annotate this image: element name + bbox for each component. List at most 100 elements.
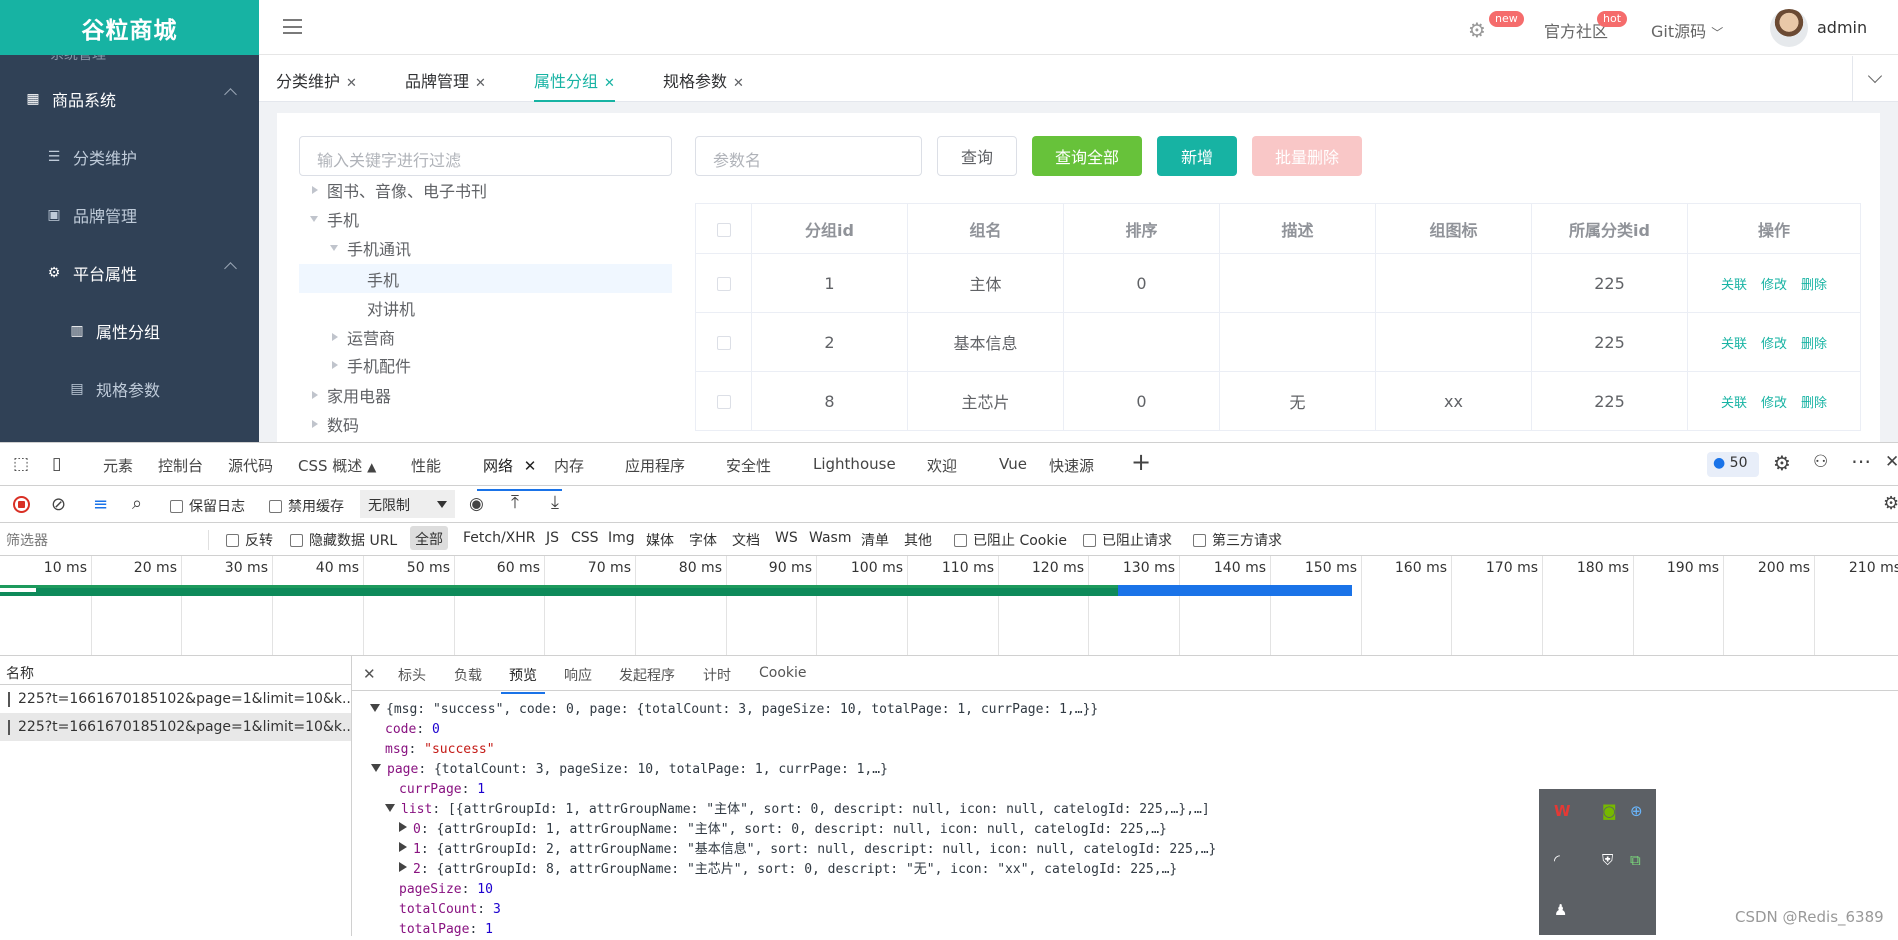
menu-item-cut[interactable]: 系统管理 [0,55,259,67]
delete-link[interactable]: 删除 [1801,396,1827,411]
wifi-icon[interactable]: ◜ [1554,851,1560,869]
query-all-button[interactable]: 查询全部 [1032,136,1142,176]
expand-down-icon[interactable] [371,764,381,772]
checkbox[interactable] [269,500,282,513]
expand-right-icon[interactable] [399,842,407,852]
preserve-log-checkbox[interactable]: 保留日志 [170,496,245,516]
expand-down-icon[interactable] [385,804,395,812]
menu-spec-param[interactable]: ▤ 规格参数 [0,360,259,418]
batch-delete-button[interactable]: 批量删除 [1252,136,1362,176]
checkbox[interactable] [716,277,731,291]
record-stop-icon[interactable] [13,496,30,513]
inspect-element-icon[interactable]: ⬚ [13,454,29,474]
tab-spec-param[interactable]: 规格参数 ✕ [663,68,744,102]
expand-down-icon[interactable] [370,704,380,712]
delete-link[interactable]: 删除 [1801,278,1827,293]
menu-attr-group[interactable]: ▥ 属性分组 [0,302,259,360]
third-party-checkbox[interactable]: 第三方请求 [1193,530,1282,550]
filter-icon[interactable]: ≡ [93,494,108,515]
issues-badge[interactable]: ● 50 [1707,452,1759,477]
menu-product-system[interactable]: ▦ 商品系统 [0,70,259,128]
filter-input[interactable]: 筛选器 [6,530,209,550]
select-all-cell[interactable] [695,203,752,254]
request-row-selected[interactable]: 225?t=1661670185102&page=1&limit=10&k... [0,713,351,741]
type-filter[interactable]: 清单 [861,530,889,550]
checkbox[interactable] [290,534,303,547]
devtools-tab[interactable]: 安全性 [726,455,771,476]
request-row[interactable]: 225?t=1661670185102&page=1&limit=10&k... [0,685,351,713]
user-name[interactable]: admin [1817,18,1867,37]
type-filter[interactable]: Wasm [809,530,851,546]
type-filter-all[interactable]: 全部 [410,526,448,550]
devtools-tab-network[interactable]: 网络 ✕ [476,455,563,491]
type-filter[interactable]: 其他 [904,530,932,550]
json-line[interactable]: page: {totalCount: 3, pageSize: 10, tota… [370,760,1216,780]
devtools-tab[interactable]: 快速源 [1049,455,1094,476]
tab-attr-group[interactable]: 属性分组 ✕ [534,68,615,102]
devtools-tab[interactable]: 欢迎 [927,455,957,476]
detail-tab[interactable]: 负载 [454,665,482,685]
devtools-tab[interactable]: 源代码 [228,455,273,476]
edit-link[interactable]: 修改 [1761,278,1787,293]
add-button[interactable]: 新增 [1157,136,1237,176]
relate-link[interactable]: 关联 [1721,337,1747,352]
caret-right-icon[interactable] [312,419,318,428]
customize-icon[interactable]: ⚇ [1813,452,1828,472]
devtools-tab[interactable]: 内存 [554,455,584,476]
checkbox[interactable] [226,534,239,547]
disable-cache-checkbox[interactable]: 禁用缓存 [269,496,344,516]
detail-tab[interactable]: 标头 [398,665,426,685]
wps-icon[interactable]: W [1554,802,1571,820]
tree-node-selected[interactable]: 手机 [367,264,399,293]
relate-link[interactable]: 关联 [1721,396,1747,411]
checkbox[interactable] [170,500,183,513]
json-line[interactable]: 1: {attrGroupId: 2, attrGroupName: "基本信息… [370,840,1216,860]
hamburger-icon[interactable] [283,19,302,34]
row-select-cell[interactable] [695,371,752,431]
caret-down-icon[interactable] [310,215,318,222]
close-icon[interactable]: ✕ [604,76,615,91]
column-header[interactable]: 组名 [907,203,1064,254]
query-button[interactable]: 查询 [937,136,1017,176]
expand-right-icon[interactable] [399,862,407,872]
hide-data-url-checkbox[interactable]: 隐藏数据 URL [290,530,397,550]
devtools-tab[interactable]: 元素 [103,455,133,476]
edit-link[interactable]: 修改 [1761,337,1787,352]
devtools-tab[interactable]: Lighthouse [813,455,896,473]
invert-checkbox[interactable]: 反转 [226,530,273,550]
close-detail-icon[interactable]: ✕ [363,665,376,683]
row-select-cell[interactable] [695,312,752,372]
param-name-input[interactable]: 参数名 [695,136,922,176]
caret-right-icon[interactable] [312,185,318,194]
tree-node[interactable]: 手机配件 [332,350,411,379]
edit-link[interactable]: 修改 [1761,396,1787,411]
app-logo[interactable]: 谷粒商城 [0,0,259,55]
devtools-tab[interactable]: Vue [999,455,1027,473]
json-line[interactable]: 0: {attrGroupId: 1, attrGroupName: "主体",… [370,820,1216,840]
type-filter[interactable]: CSS [571,530,599,546]
menu-brand[interactable]: ▣ 品牌管理 [0,186,259,244]
delete-link[interactable]: 删除 [1801,337,1827,352]
close-devtools-icon[interactable]: ✕ [1885,452,1898,472]
settings-gear-icon[interactable]: ⚙ [1468,18,1486,42]
export-har-icon[interactable]: ⤓ [551,492,559,513]
checkbox[interactable] [716,336,731,350]
nvidia-icon[interactable]: ◙ [1602,802,1617,820]
column-header[interactable]: 组图标 [1375,203,1532,254]
avatar[interactable] [1770,9,1808,47]
search-icon[interactable]: ⌕ [132,493,142,514]
checkbox[interactable] [716,395,731,409]
close-icon[interactable]: ✕ [733,76,744,91]
type-filter[interactable]: Fetch/XHR [463,530,536,546]
close-icon[interactable]: ✕ [346,76,357,91]
blocked-requests-checkbox[interactable]: 已阻止请求 [1083,530,1172,550]
caret-right-icon[interactable] [312,390,318,399]
devtools-tab[interactable]: 应用程序 [625,455,685,476]
git-source-link[interactable]: Git源码 ﹀ [1651,18,1723,42]
relate-link[interactable]: 关联 [1721,278,1747,293]
column-header[interactable]: 所属分类id [1531,203,1688,254]
add-tab-icon[interactable]: + [1131,448,1151,476]
throttle-select[interactable]: 无限制 [360,490,455,518]
devtools-tab[interactable]: CSS 概述 ▲ [298,455,376,476]
tree-node[interactable]: 图书、音像、电子书刊 [312,175,487,204]
